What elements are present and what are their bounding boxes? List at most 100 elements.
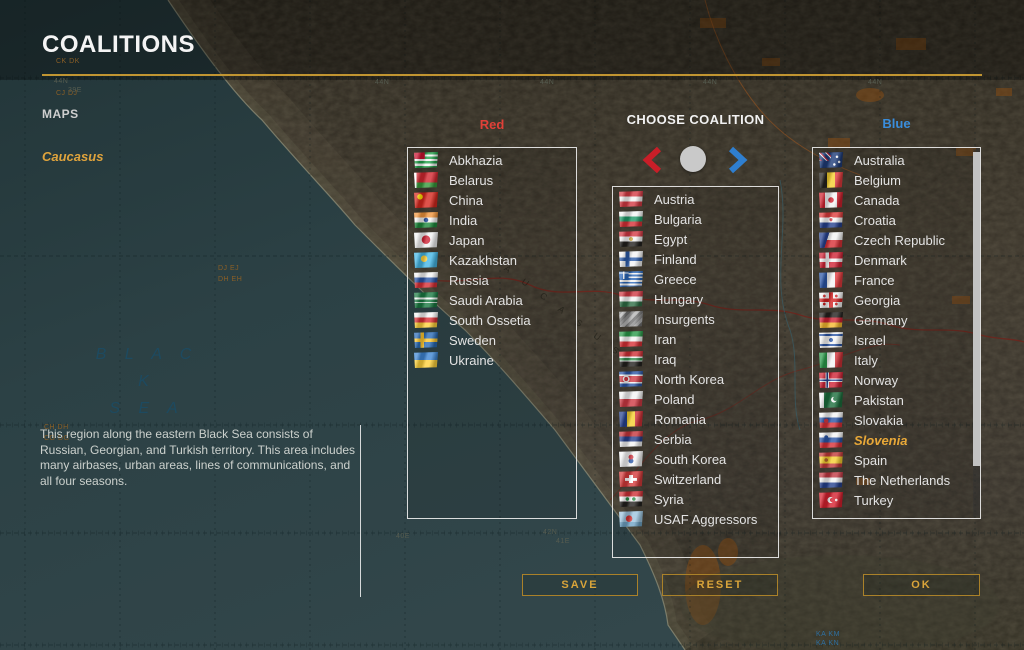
list-item[interactable]: Israel [813,330,980,350]
list-item[interactable]: Norway [813,370,980,390]
list-item[interactable]: Saudi Arabia [408,290,576,310]
list-item[interactable]: Poland [613,389,778,409]
list-item[interactable]: Bulgaria [613,209,778,229]
list-item[interactable]: South Ossetia [408,310,576,330]
blue-list-scrollbar-thumb[interactable] [973,152,980,466]
turkey-flag-icon [819,492,843,508]
greece-flag-icon [619,271,643,287]
list-item[interactable]: Romania [613,409,778,429]
move-to-blue-arrow-icon[interactable] [723,145,751,175]
list-item[interactable]: Serbia [613,429,778,449]
list-item[interactable]: Georgia [813,290,980,310]
red-coalition-list: AbkhaziaBelarus China India Japan Kazakhstan… [407,147,577,519]
belgium-flag-icon [819,172,843,188]
grid-label: 44N [54,78,68,85]
list-item[interactable]: China [408,190,576,210]
reset-button[interactable]: RESET [662,574,778,596]
list-item[interactable]: Russia [408,270,576,290]
list-item[interactable]: Slovenia [813,430,980,450]
country-label: Saudi Arabia [449,293,523,308]
list-item[interactable]: Insurgents [613,309,778,329]
list-item[interactable]: France [813,270,980,290]
egypt-flag-icon [619,231,643,247]
list-item[interactable]: Ukraine [408,350,576,370]
country-label: Canada [854,193,900,208]
list-item[interactable]: India [408,210,576,230]
list-item[interactable]: Switzerland [613,469,778,489]
country-label: Poland [654,392,694,407]
list-item[interactable]: North Korea [613,369,778,389]
list-item[interactable]: Denmark [813,250,980,270]
grid-label: KA KM [816,631,840,638]
grid-label: 40E [396,533,410,540]
iraq-flag-icon [619,351,643,367]
india-flag-icon [414,212,438,228]
south-ossetia-flag-icon [414,312,438,328]
list-item[interactable]: Sweden [408,330,576,350]
country-label: South Ossetia [449,313,531,328]
grid-label: 44N [868,79,882,86]
list-item[interactable]: Turkey [813,490,980,510]
australia-flag-icon [819,152,843,168]
list-item[interactable]: Finland [613,249,778,269]
list-item[interactable]: Japan [408,230,576,250]
bulgaria-flag-icon [619,211,643,227]
list-item[interactable]: Syria [613,489,778,509]
list-item[interactable]: Australia [813,150,980,170]
list-item[interactable]: Pakistan [813,390,980,410]
list-item[interactable]: USAF Aggressors [613,509,778,529]
country-label: Denmark [854,253,907,268]
country-label: Italy [854,353,878,368]
list-item[interactable]: The Netherlands [813,470,980,490]
italy-flag-icon [819,352,843,368]
georgia-flag-icon [819,292,843,308]
country-label: Russia [449,273,489,288]
neutral-indicator-icon[interactable] [680,146,706,172]
country-label: Croatia [854,213,896,228]
list-item[interactable]: Italy [813,350,980,370]
map-description: This region along the eastern Black Sea … [40,427,358,489]
country-label: Ukraine [449,353,494,368]
austria-flag-icon [619,191,643,207]
country-label: North Korea [654,372,724,387]
list-item[interactable]: Greece [613,269,778,289]
poland-flag-icon [619,391,643,407]
russia-flag-icon [414,272,438,288]
list-item[interactable]: Canada [813,190,980,210]
list-item[interactable]: Belgium [813,170,980,190]
ukraine-flag-icon [414,352,438,368]
coalitions-screen: B L A C K S E A C A U C A S U S CK DKCJ … [0,0,1024,650]
ok-button[interactable]: OK [863,574,980,596]
list-item[interactable]: Czech Republic [813,230,980,250]
kazakhstan-flag-icon [414,252,438,268]
grid-label: 44N [703,79,717,86]
country-label: India [449,213,477,228]
list-item[interactable]: Belarus [408,170,576,190]
map-item-caucasus[interactable]: Caucasus [42,149,103,164]
list-item[interactable]: Germany [813,310,980,330]
list-item[interactable]: Abkhazia [408,150,576,170]
romania-flag-icon [619,411,643,427]
country-label: Kazakhstan [449,253,517,268]
list-item[interactable]: South Korea [613,449,778,469]
list-item[interactable]: Spain [813,450,980,470]
list-item[interactable]: Egypt [613,229,778,249]
country-label: France [854,273,894,288]
list-item[interactable]: Hungary [613,289,778,309]
country-label: Iran [654,332,676,347]
iran-flag-icon [619,331,643,347]
country-label: Greece [654,272,697,287]
list-item[interactable]: Slovakia [813,410,980,430]
list-item[interactable]: Austria [613,189,778,209]
save-button[interactable]: SAVE [522,574,638,596]
list-item[interactable]: Croatia [813,210,980,230]
list-item[interactable]: Kazakhstan [408,250,576,270]
move-to-red-arrow-icon[interactable] [639,145,667,175]
country-label: Romania [654,412,706,427]
abkhazia-flag-icon [414,152,438,168]
list-item[interactable]: Iraq [613,349,778,369]
list-item[interactable]: Iran [613,329,778,349]
hungary-flag-icon [619,291,643,307]
country-label: China [449,193,483,208]
croatia-flag-icon [819,212,843,228]
